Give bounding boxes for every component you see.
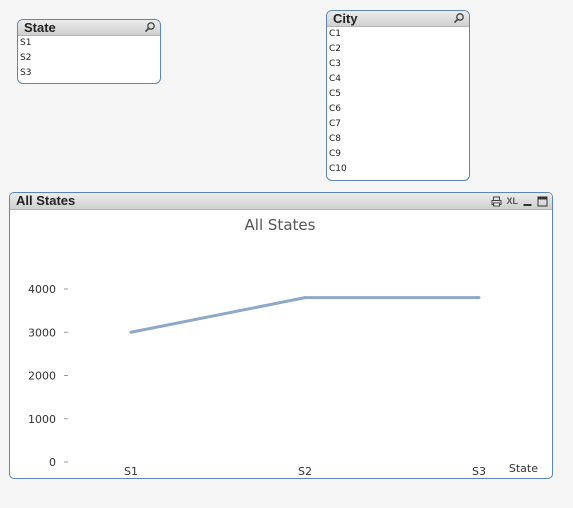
y-tick-label: 1000 xyxy=(28,413,56,426)
x-axis: S1 S2 S3 xyxy=(124,465,486,478)
state-item-s2[interactable]: S2 xyxy=(18,51,160,66)
search-icon[interactable] xyxy=(144,21,156,33)
y-axis: 0 1000 2000 3000 4000 xyxy=(28,283,68,469)
y-tick-label: 3000 xyxy=(28,326,56,339)
state-listbox-caption[interactable]: State xyxy=(18,20,160,36)
city-item-c6[interactable]: C6 xyxy=(327,102,469,117)
city-listbox-title: City xyxy=(333,11,358,26)
city-item-c10[interactable]: C10 xyxy=(327,162,469,177)
state-listbox: State S1 S2 S3 xyxy=(17,19,161,84)
search-icon[interactable] xyxy=(453,12,465,24)
state-listbox-title: State xyxy=(24,20,56,35)
series xyxy=(129,296,481,334)
caption-icons: XL xyxy=(491,193,548,209)
state-list: S1 S2 S3 xyxy=(18,36,160,81)
line-chart: All States 0 1000 2000 3000 4000 S1 S2 S3 Stat… xyxy=(28,216,538,478)
data-point xyxy=(477,296,481,300)
city-list: C1 C2 C3 C4 C5 C6 C7 C8 C9 C10 xyxy=(327,27,469,177)
state-item-s3[interactable]: S3 xyxy=(18,66,160,81)
maximize-icon[interactable] xyxy=(537,196,548,207)
print-icon[interactable] xyxy=(491,196,502,207)
data-point xyxy=(129,330,133,334)
city-listbox-caption[interactable]: City xyxy=(327,11,469,27)
city-item-c4[interactable]: C4 xyxy=(327,72,469,87)
city-item-c7[interactable]: C7 xyxy=(327,117,469,132)
city-item-c3[interactable]: C3 xyxy=(327,57,469,72)
y-tick-label: 4000 xyxy=(28,283,56,296)
city-item-c8[interactable]: C8 xyxy=(327,132,469,147)
chart-title: All States xyxy=(245,216,316,234)
series-line xyxy=(130,296,479,334)
minimize-icon[interactable] xyxy=(522,196,533,207)
x-axis-title: State xyxy=(509,462,538,475)
state-item-s1[interactable]: S1 xyxy=(18,36,160,51)
chart-caption-title: All States xyxy=(16,193,76,208)
city-item-c5[interactable]: C5 xyxy=(327,87,469,102)
city-item-c2[interactable]: C2 xyxy=(327,42,469,57)
chart-object: All States XL All States 0 1000 2000 3000 40… xyxy=(9,192,553,479)
y-tick-label: 0 xyxy=(49,456,56,469)
chart-caption[interactable]: All States XL xyxy=(10,193,552,210)
city-item-c1[interactable]: C1 xyxy=(327,27,469,42)
y-tick-label: 2000 xyxy=(28,370,56,383)
city-listbox: City C1 C2 C3 C4 C5 C6 C7 C8 C9 C10 xyxy=(326,10,470,181)
data-point xyxy=(303,296,307,300)
x-tick-label: S1 xyxy=(124,465,138,478)
x-tick-label: S3 xyxy=(472,465,486,478)
xl-export-icon[interactable]: XL xyxy=(506,196,518,207)
city-item-c9[interactable]: C9 xyxy=(327,147,469,162)
x-tick-label: S2 xyxy=(298,465,312,478)
